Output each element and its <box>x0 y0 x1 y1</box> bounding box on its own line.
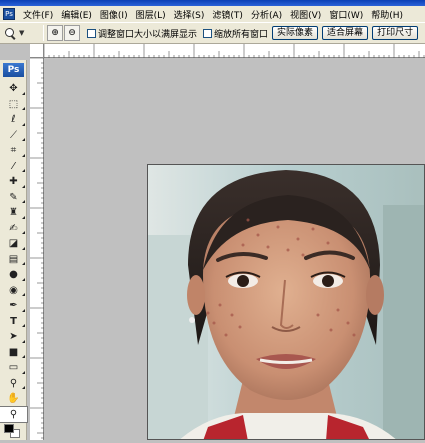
type-tool-icon: T <box>10 315 17 327</box>
crop-tool[interactable]: ⌗ <box>0 143 27 159</box>
menu-image[interactable]: 图像(I) <box>96 8 132 21</box>
ps-logo[interactable]: Ps <box>3 63 24 77</box>
magic-wand-tool-icon: ⟋ <box>10 129 17 141</box>
eyedropper-tool[interactable]: ⚲ <box>0 376 27 392</box>
resize-windows-checkbox[interactable]: 调整窗口大小以满屏显示 <box>87 27 197 40</box>
clone-stamp-tool-icon: ♜ <box>9 207 18 219</box>
toolbox: Ps ✥ ⬚ ℓ ⟋ ⌗ ⁄ ✚ ✎ ♜ ✍ ◪ ▤ ● ◉ ✒ T ➤ ■ ▭… <box>0 60 28 440</box>
document-image[interactable] <box>147 164 425 440</box>
portrait-photo <box>148 165 424 439</box>
hand-tool-icon: ✋ <box>7 393 20 405</box>
menu-bar: Ps 文件(F) 编辑(E) 图像(I) 图层(L) 选择(S) 滤镜(T) 分… <box>0 6 425 22</box>
brush-tool-icon: ✎ <box>9 191 18 203</box>
menu-layer[interactable]: 图层(L) <box>132 8 170 21</box>
marquee-tool[interactable]: ⬚ <box>0 97 27 113</box>
zoom-out-button[interactable]: ⊖ <box>64 25 80 41</box>
slice-tool[interactable]: ⁄ <box>0 159 27 175</box>
ruler-origin[interactable] <box>30 44 44 58</box>
type-tool[interactable]: T <box>0 314 27 330</box>
healing-brush-tool[interactable]: ✚ <box>0 174 27 190</box>
pen-tool[interactable]: ✒ <box>0 298 27 314</box>
menu-edit[interactable]: 编辑(E) <box>57 8 96 21</box>
options-bar: ▼ ⊕ ⊖ 调整窗口大小以满屏显示 缩放所有窗口 实际像素 适合屏幕 打印尺寸 <box>0 22 425 44</box>
checkbox-box[interactable] <box>87 28 96 38</box>
notes-tool[interactable]: ▭ <box>0 360 27 376</box>
app-icon[interactable]: Ps <box>3 8 15 20</box>
zoom-out-icon: ⊖ <box>68 28 76 38</box>
menu-select[interactable]: 选择(S) <box>170 8 209 21</box>
zoom-all-windows-checkbox[interactable]: 缩放所有窗口 <box>203 27 268 40</box>
history-brush-tool[interactable]: ✍ <box>0 221 27 237</box>
eyedropper-spot-icon: ⁄ <box>12 160 15 172</box>
color-swatches[interactable] <box>4 424 23 438</box>
path-selection-tool[interactable]: ➤ <box>0 329 27 345</box>
move-tool-icon: ✥ <box>9 83 18 95</box>
blur-tool-icon: ● <box>9 269 18 281</box>
crop-tool-icon: ⌗ <box>10 145 17 157</box>
actual-pixels-button[interactable]: 实际像素 <box>272 26 319 40</box>
shape-tool-icon: ■ <box>8 346 19 358</box>
tool-preset-picker[interactable]: ▼ <box>4 27 40 39</box>
path-selection-tool-icon: ➤ <box>9 331 18 343</box>
vertical-ruler-ticks <box>30 57 44 439</box>
eraser-tool-icon: ◪ <box>8 238 19 250</box>
move-tool[interactable]: ✥ <box>0 81 27 97</box>
gradient-tool[interactable]: ▤ <box>0 252 27 268</box>
divider <box>43 25 44 41</box>
gradient-tool-icon: ▤ <box>8 253 19 265</box>
menu-window[interactable]: 窗口(W) <box>325 8 367 21</box>
zoom-in-icon: ⊕ <box>51 28 59 38</box>
eyedropper-tool-icon: ⚲ <box>9 377 18 389</box>
chevron-down-icon: ▼ <box>19 29 25 37</box>
shape-tool[interactable]: ■ <box>0 345 27 361</box>
horizontal-ruler-ticks <box>43 44 425 58</box>
menu-filter[interactable]: 滤镜(T) <box>208 8 247 21</box>
eraser-tool[interactable]: ◪ <box>0 236 27 252</box>
lasso-tool-icon: ℓ <box>11 114 16 126</box>
foreground-color-swatch[interactable] <box>4 424 14 433</box>
horizontal-ruler[interactable] <box>43 44 425 58</box>
menu-view[interactable]: 视图(V) <box>286 8 325 21</box>
magic-wand-tool[interactable]: ⟋ <box>0 128 27 144</box>
checkbox-label: 缩放所有窗口 <box>214 29 269 40</box>
zoom-tool[interactable]: ⚲ <box>0 405 28 423</box>
dodge-tool[interactable]: ◉ <box>0 283 27 299</box>
pen-tool-icon: ✒ <box>9 300 18 312</box>
zoom-tool-icon: ⚲ <box>9 408 18 420</box>
checkbox-box[interactable] <box>203 28 213 38</box>
marquee-tool-icon: ⬚ <box>8 98 19 110</box>
clone-stamp-tool[interactable]: ♜ <box>0 205 27 221</box>
history-brush-tool-icon: ✍ <box>9 222 18 234</box>
vertical-ruler[interactable] <box>30 57 44 440</box>
checkbox-label: 调整窗口大小以满屏显示 <box>98 29 198 40</box>
lasso-tool[interactable]: ℓ <box>0 112 27 128</box>
healing-brush-tool-icon: ✚ <box>9 176 18 188</box>
menu-file[interactable]: 文件(F) <box>19 8 57 21</box>
hand-tool[interactable]: ✋ <box>0 391 27 407</box>
print-size-button[interactable]: 打印尺寸 <box>372 26 419 40</box>
menu-help[interactable]: 帮助(H) <box>367 8 407 21</box>
fit-screen-button[interactable]: 适合屏幕 <box>322 26 369 40</box>
brush-tool[interactable]: ✎ <box>0 190 27 206</box>
notes-tool-icon: ▭ <box>8 362 19 374</box>
zoom-icon <box>4 27 16 39</box>
blur-tool[interactable]: ● <box>0 267 27 283</box>
menu-analysis[interactable]: 分析(A) <box>247 8 286 21</box>
zoom-in-button[interactable]: ⊕ <box>47 25 63 41</box>
dodge-tool-icon: ◉ <box>9 284 18 296</box>
